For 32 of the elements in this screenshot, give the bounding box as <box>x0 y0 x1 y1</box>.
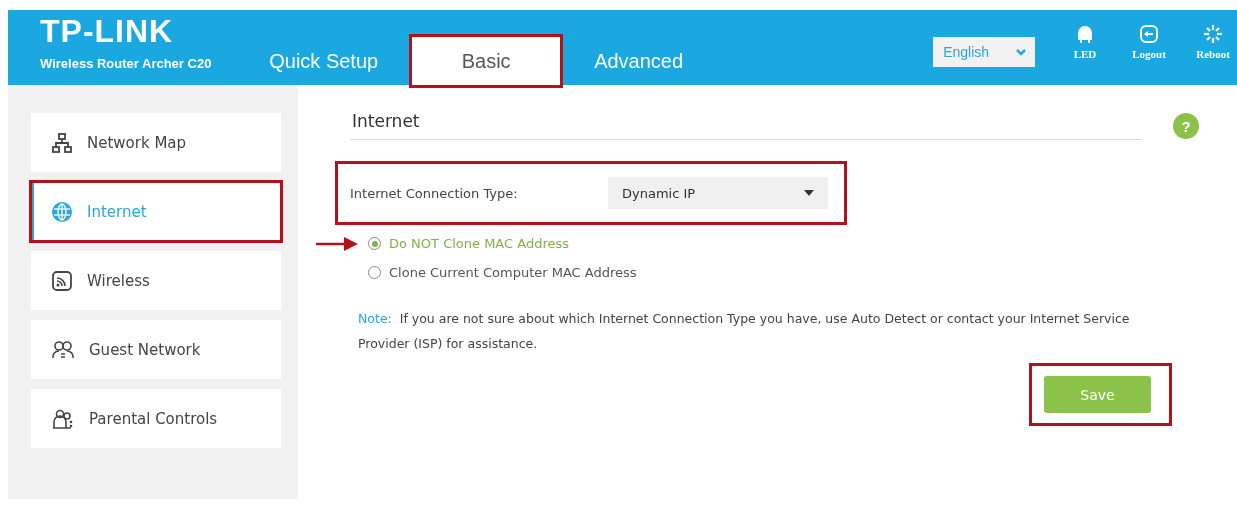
chevron-down-icon <box>1015 48 1027 56</box>
connection-type-label: Internet Connection Type: <box>350 185 519 201</box>
nav-tab[interactable]: Advanced <box>580 37 698 85</box>
bell-icon <box>1075 24 1095 44</box>
globe-icon <box>51 200 73 223</box>
logo: TP-LINK <box>40 14 175 48</box>
family-icon <box>51 407 75 430</box>
header-action-button[interactable]: LED <box>1061 24 1109 85</box>
nav-tab[interactable]: Quick Setup <box>255 37 393 85</box>
sidebar-item[interactable]: Guest Network <box>31 320 281 379</box>
sunburst-icon <box>1203 24 1223 44</box>
connection-type-select[interactable]: Dynamic IP <box>608 177 828 209</box>
sidebar-item[interactable]: Network Map <box>31 113 281 172</box>
caret-icon <box>804 190 814 196</box>
mac-option-radio[interactable]: Clone Current Computer MAC Address <box>368 265 637 280</box>
language-select[interactable]: English <box>933 37 1035 67</box>
sidebar-item[interactable]: Internet <box>31 182 281 241</box>
header-action-button[interactable]: Logout <box>1125 24 1173 85</box>
help-button[interactable]: ? <box>1173 113 1199 139</box>
page-title: Internet <box>350 103 1142 140</box>
people-icon <box>51 338 75 361</box>
note-text: Note: If you are not sure about which Internet Connection Type you have, use Auto Detect or contact your Internet Service Provider (ISP) for assistance. <box>358 310 1131 353</box>
network-icon <box>51 131 73 154</box>
sidebar-item[interactable]: Wireless <box>31 251 281 310</box>
save-button[interactable]: Save <box>1044 376 1151 413</box>
model-name: Wireless Router Archer C20 <box>40 56 213 71</box>
wireless-icon <box>51 269 73 292</box>
nav-tab[interactable]: Basic <box>412 37 561 85</box>
mac-option-radio[interactable]: Do NOT Clone MAC Address <box>368 236 569 251</box>
header-action-button[interactable]: Reboot <box>1189 24 1237 85</box>
logout-icon <box>1139 24 1159 44</box>
sidebar-item[interactable]: Parental Controls <box>31 389 281 448</box>
